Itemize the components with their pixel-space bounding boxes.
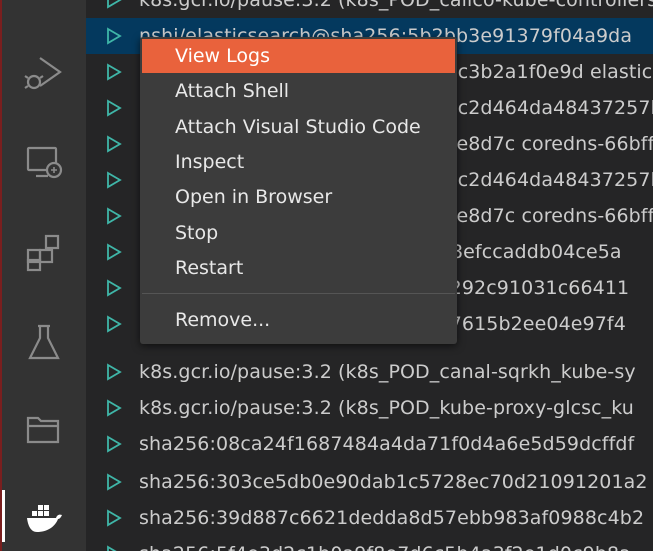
- play-icon: [106, 207, 122, 225]
- container-label: sha256:303ce5db0e90dab1c5728ec70d2109120…: [139, 471, 648, 493]
- play-icon: [106, 435, 122, 453]
- menu-separator: [142, 293, 455, 294]
- menu-item-restart[interactable]: Restart: [142, 251, 455, 285]
- menu-item-stop[interactable]: Stop: [142, 216, 455, 250]
- play-icon: [106, 63, 122, 81]
- list-item[interactable]: k8s.gcr.io/pause:3.2 (k8s_POD_canal-sqrk…: [86, 354, 653, 390]
- play-icon: [106, 279, 122, 297]
- container-label: sha256:5f4e3d2c1b0a9f8e7d6c5b4a3f2e1d0c9…: [139, 543, 631, 551]
- menu-item-open-in-browser[interactable]: Open in Browser: [142, 180, 455, 214]
- play-icon: [106, 363, 122, 381]
- list-item[interactable]: k8s.gcr.io/pause:3.2 (k8s_POD_calico-kub…: [86, 0, 653, 18]
- list-item[interactable]: sha256:5f4e3d2c1b0a9f8e7d6c5b4a3f2e1d0c9…: [86, 536, 653, 551]
- testing-icon[interactable]: [18, 316, 70, 368]
- menu-item-attach-shell[interactable]: Attach Shell: [142, 74, 455, 108]
- play-icon: [106, 473, 122, 491]
- remote-explorer-icon[interactable]: [18, 136, 70, 188]
- container-label: sha256:39d887c6621dedda8d57ebb983af0988c…: [139, 507, 645, 529]
- explorer-folder-icon[interactable]: [18, 402, 70, 454]
- play-icon: [106, 27, 122, 45]
- list-item[interactable]: k8s.gcr.io/pause:3.2 (k8s_POD_kube-proxy…: [86, 390, 653, 426]
- activity-bar: [0, 0, 86, 551]
- play-icon: [106, 315, 122, 333]
- play-icon: [106, 0, 122, 9]
- container-label: k8s.gcr.io/pause:3.2 (k8s_POD_calico-kub…: [139, 0, 653, 11]
- docker-icon[interactable]: [2, 490, 88, 542]
- play-icon: [106, 99, 122, 117]
- menu-item-remove[interactable]: Remove...: [142, 303, 455, 337]
- context-menu: View Logs Attach Shell Attach Visual Stu…: [140, 37, 457, 344]
- run-debug-icon[interactable]: [18, 46, 70, 98]
- container-label: sha256:08ca24f1687484a4da71f0d4a6e5d59dc…: [139, 433, 635, 455]
- menu-item-view-logs[interactable]: View Logs: [142, 39, 455, 73]
- container-label: k8s.gcr.io/pause:3.2 (k8s_POD_kube-proxy…: [139, 397, 634, 419]
- menu-item-attach-vscode[interactable]: Attach Visual Studio Code: [142, 110, 455, 144]
- play-icon: [106, 171, 122, 189]
- menu-item-inspect[interactable]: Inspect: [142, 145, 455, 179]
- list-item[interactable]: sha256:303ce5db0e90dab1c5728ec70d2109120…: [86, 464, 653, 500]
- play-icon: [106, 509, 122, 527]
- play-icon: [106, 243, 122, 261]
- list-item[interactable]: sha256:39d887c6621dedda8d57ebb983af0988c…: [86, 500, 653, 536]
- play-icon: [106, 399, 122, 417]
- container-label: k8s.gcr.io/pause:3.2 (k8s_POD_canal-sqrk…: [139, 361, 636, 383]
- play-icon: [106, 135, 122, 153]
- play-icon: [106, 545, 122, 551]
- extensions-icon[interactable]: [18, 226, 70, 278]
- list-item[interactable]: sha256:08ca24f1687484a4da71f0d4a6e5d59dc…: [86, 426, 653, 462]
